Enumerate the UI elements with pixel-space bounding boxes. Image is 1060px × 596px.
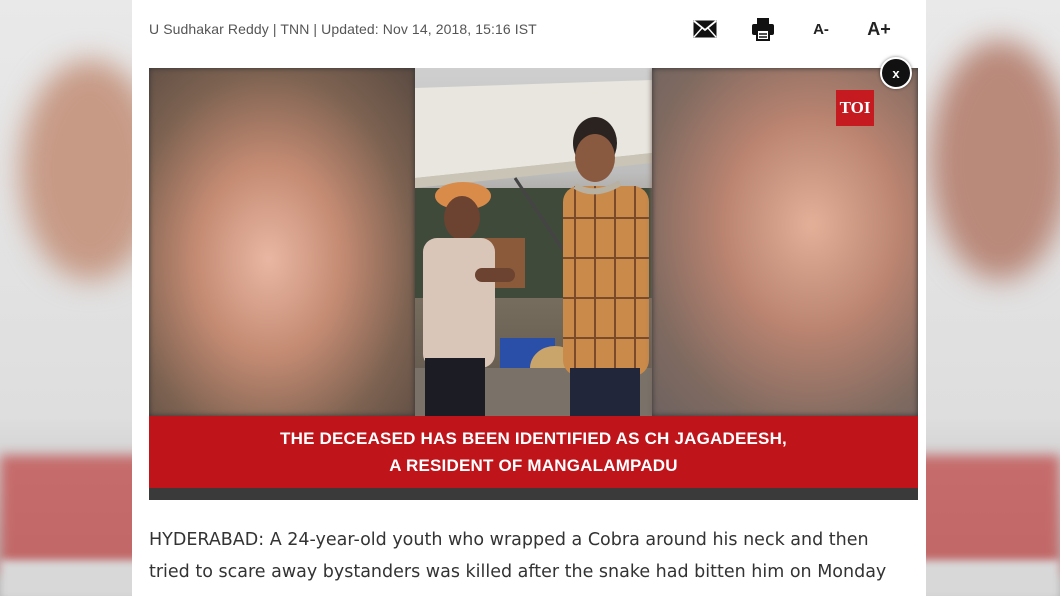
video-bottom-strip [149, 488, 918, 500]
article-body: HYDERABAD: A 24-year-old youth who wrapp… [149, 524, 914, 588]
body-line-2: tried to scare away bystanders was kille… [149, 562, 887, 582]
email-button[interactable] [676, 16, 734, 42]
article-toolbar: A- A+ [676, 16, 908, 42]
video-scene [415, 80, 652, 416]
close-video-button[interactable]: x [880, 57, 912, 89]
body-line-1: HYDERABAD: A 24-year-old youth who wrapp… [149, 530, 869, 550]
article-byline: U Sudhakar Reddy | TNN | Updated: Nov 14… [149, 21, 537, 37]
envelope-icon [693, 20, 717, 38]
caption-line-2: A RESIDENT OF MANGALAMPADU [389, 456, 678, 475]
video-caption: THE DECEASED HAS BEEN IDENTIFIED AS CH J… [149, 416, 918, 488]
font-increase-button[interactable]: A+ [850, 16, 908, 42]
font-decrease-button[interactable]: A- [792, 16, 850, 42]
video-player[interactable]: TOI THE DECEASED HAS BEEN IDENTIFIED AS … [149, 68, 918, 500]
article-card: U Sudhakar Reddy | TNN | Updated: Nov 14… [132, 0, 926, 596]
print-button[interactable] [734, 16, 792, 42]
video-frame [415, 68, 652, 416]
video-blur-right [652, 68, 918, 416]
toi-logo: TOI [836, 90, 874, 126]
caption-line-1: THE DECEASED HAS BEEN IDENTIFIED AS CH J… [280, 429, 787, 448]
video-blur-left [149, 68, 415, 416]
backdrop-blur-right [930, 40, 1060, 280]
printer-icon [752, 18, 774, 41]
